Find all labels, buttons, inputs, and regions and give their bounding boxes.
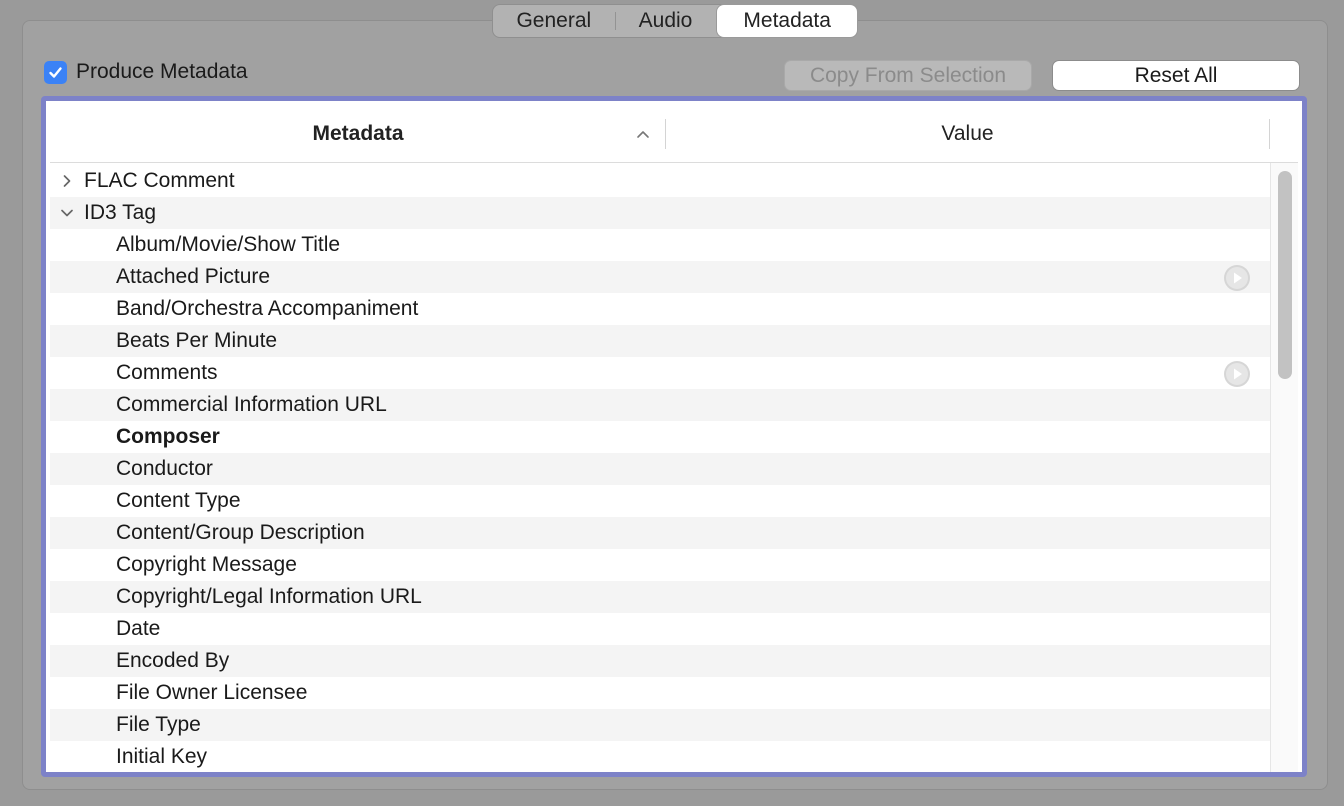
row-label: Album/Movie/Show Title [116, 233, 341, 256]
metadata-table: Metadata Value FLAC Comment ID3 Tag Album/… [41, 96, 1307, 777]
tab-audio[interactable]: Audio [616, 5, 716, 37]
play-circle-icon[interactable] [1223, 264, 1251, 292]
table-row[interactable]: Conductor [50, 453, 1270, 485]
tab-metadata[interactable]: Metadata [717, 5, 857, 37]
table-row[interactable]: Initial Key [50, 741, 1270, 772]
row-label: File Owner Licensee [116, 681, 308, 704]
row-label: Encoded By [116, 649, 230, 672]
chevron-right-icon[interactable] [60, 174, 74, 188]
produce-metadata-label[interactable]: Produce Metadata [76, 60, 248, 84]
row-label: Copyright Message [116, 553, 297, 576]
table-row[interactable]: Attached Picture [50, 261, 1270, 293]
column-header-metadata[interactable]: Metadata [50, 105, 666, 163]
tab-bar: General Audio Metadata [492, 4, 858, 38]
table-row[interactable]: Band/Orchestra Accompaniment [50, 293, 1270, 325]
row-label: Comments [116, 361, 218, 384]
table-rows: FLAC Comment ID3 Tag Album/Movie/Show Titl… [50, 165, 1270, 772]
row-label: Beats Per Minute [116, 329, 278, 352]
play-circle-icon[interactable] [1223, 360, 1251, 388]
column-divider[interactable] [1269, 119, 1270, 149]
row-label: Attached Picture [116, 265, 271, 288]
table-row[interactable]: Beats Per Minute [50, 325, 1270, 357]
produce-metadata-checkbox[interactable] [44, 60, 67, 84]
copy-from-selection-button[interactable]: Copy From Selection [784, 60, 1032, 91]
table-row[interactable]: Comments [50, 357, 1270, 389]
table-row[interactable]: File Owner Licensee [50, 677, 1270, 709]
row-label: Copyright/Legal Information URL [116, 585, 422, 608]
row-label: Initial Key [116, 745, 208, 768]
row-label: Date [116, 617, 161, 640]
row-label: Band/Orchestra Accompaniment [116, 297, 419, 320]
table-row[interactable]: FLAC Comment [50, 165, 1270, 197]
checkmark-icon [49, 66, 62, 78]
table-header: Metadata Value [50, 105, 1298, 163]
table-row[interactable]: Composer [50, 421, 1270, 453]
row-label: Content/Group Description [116, 521, 365, 544]
table-row[interactable]: Content Type [50, 485, 1270, 517]
chevron-down-icon[interactable] [60, 206, 74, 220]
table-row[interactable]: Encoded By [50, 645, 1270, 677]
column-header-value[interactable]: Value [666, 105, 1269, 163]
row-label: Content Type [116, 489, 241, 512]
table-row[interactable]: File Type [50, 709, 1270, 741]
row-label: FLAC Comment [84, 169, 235, 192]
table-content: Metadata Value FLAC Comment ID3 Tag Album/… [50, 105, 1298, 772]
row-label: ID3 Tag [84, 201, 156, 224]
row-label: Conductor [116, 457, 213, 480]
row-label: Composer [116, 425, 220, 448]
table-row[interactable]: Content/Group Description [50, 517, 1270, 549]
tab-general[interactable]: General [493, 5, 615, 37]
produce-metadata-row: Produce Metadata [44, 60, 248, 84]
table-row[interactable]: Commercial Information URL [50, 389, 1270, 421]
table-row[interactable]: ID3 Tag [50, 197, 1270, 229]
table-row[interactable]: Date [50, 613, 1270, 645]
row-label: File Type [116, 713, 201, 736]
reset-all-button[interactable]: Reset All [1052, 60, 1300, 91]
scrollbar-thumb[interactable] [1278, 171, 1292, 379]
sort-ascending-icon[interactable] [636, 127, 650, 141]
table-row[interactable]: Album/Movie/Show Title [50, 229, 1270, 261]
table-row[interactable]: Copyright/Legal Information URL [50, 581, 1270, 613]
row-label: Commercial Information URL [116, 393, 387, 416]
vertical-scrollbar[interactable] [1270, 163, 1298, 772]
table-row[interactable]: Copyright Message [50, 549, 1270, 581]
